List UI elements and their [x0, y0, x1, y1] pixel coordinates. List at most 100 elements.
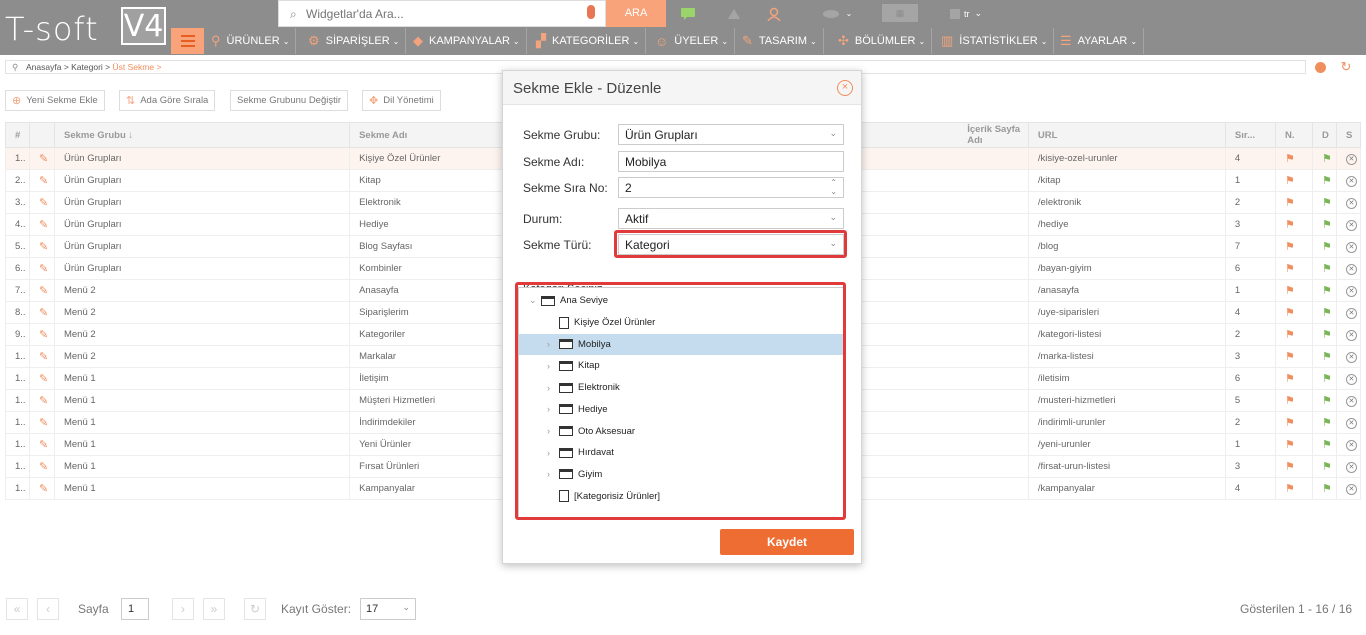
flag-green-icon[interactable]: ⚑: [1312, 147, 1337, 170]
language-select[interactable]: tr ⌄: [940, 0, 992, 27]
group-select[interactable]: Ürün Grupları ⌄: [618, 124, 844, 145]
col-order[interactable]: Sır...: [1224, 122, 1277, 148]
flag-orange-icon[interactable]: ⚑: [1274, 455, 1314, 478]
nav-uyeler[interactable]: ☺ ÜYELER ⌄: [649, 28, 736, 54]
search-button[interactable]: ARA: [606, 0, 666, 27]
records-select[interactable]: 17 ⌄: [360, 598, 416, 620]
edit-pencil-icon[interactable]: ✎: [28, 257, 55, 280]
nav-urunler[interactable]: ⚲ ÜRÜNLER ⌄: [205, 28, 297, 54]
change-group-button[interactable]: Sekme Grubunu Değiştir: [230, 90, 349, 111]
edit-pencil-icon[interactable]: ✎: [28, 345, 55, 368]
nav-kampanyalar[interactable]: ◆ KAMPANYALAR ⌄: [407, 28, 527, 54]
user-icon[interactable]: [756, 0, 792, 27]
flag-green-icon[interactable]: ⚑: [1312, 301, 1337, 324]
delete-circle-icon[interactable]: ✕: [1335, 257, 1362, 280]
status-select[interactable]: Aktif ⌄: [618, 208, 844, 229]
order-stepper[interactable]: 2 ⌃ ⌄: [618, 177, 844, 198]
language-management-button[interactable]: ✥ Dil Yönetimi: [362, 90, 441, 111]
col-n[interactable]: N.: [1274, 122, 1314, 148]
edit-pencil-icon[interactable]: ✎: [28, 169, 55, 192]
delete-circle-icon[interactable]: ✕: [1335, 169, 1362, 192]
delete-circle-icon[interactable]: ✕: [1335, 235, 1362, 258]
nav-tasarim[interactable]: ✎ TASARIM ⌄: [736, 28, 824, 54]
flag-orange-icon[interactable]: ⚑: [1274, 191, 1314, 214]
col-num[interactable]: #: [5, 122, 30, 148]
warning-icon[interactable]: [716, 0, 752, 27]
flag-green-icon[interactable]: ⚑: [1312, 411, 1337, 434]
nav-bolumler[interactable]: ✣ BÖLÜMLER ⌄: [832, 28, 933, 54]
edit-pencil-icon[interactable]: ✎: [28, 389, 55, 412]
delete-circle-icon[interactable]: ✕: [1335, 455, 1362, 478]
reload-icon[interactable]: ↻: [244, 598, 266, 620]
edit-pencil-icon[interactable]: ✎: [28, 191, 55, 214]
col-s[interactable]: S: [1335, 122, 1362, 148]
flag-green-icon[interactable]: ⚑: [1312, 169, 1337, 192]
view-select[interactable]: ⌄: [812, 0, 862, 27]
grid-icon[interactable]: ▦: [882, 4, 918, 22]
search-input[interactable]: [306, 5, 576, 23]
flag-green-icon[interactable]: ⚑: [1312, 367, 1337, 390]
microphone-icon[interactable]: [587, 5, 595, 19]
flag-green-icon[interactable]: ⚑: [1312, 433, 1337, 456]
delete-circle-icon[interactable]: ✕: [1335, 213, 1362, 236]
delete-circle-icon[interactable]: ✕: [1335, 345, 1362, 368]
breadcrumb-home[interactable]: Anasayfa: [26, 62, 61, 72]
delete-circle-icon[interactable]: ✕: [1335, 279, 1362, 302]
flag-orange-icon[interactable]: ⚑: [1274, 213, 1314, 236]
page-input[interactable]: 1: [121, 598, 149, 620]
name-field[interactable]: Mobilya: [618, 151, 844, 172]
nav-kategoriler[interactable]: ▞ KATEGORİLER ⌄: [530, 28, 647, 54]
flag-green-icon[interactable]: ⚑: [1312, 191, 1337, 214]
flag-orange-icon[interactable]: ⚑: [1274, 433, 1314, 456]
flag-green-icon[interactable]: ⚑: [1312, 389, 1337, 412]
delete-circle-icon[interactable]: ✕: [1335, 147, 1362, 170]
flag-orange-icon[interactable]: ⚑: [1274, 235, 1314, 258]
edit-pencil-icon[interactable]: ✎: [28, 323, 55, 346]
col-url[interactable]: URL: [1027, 122, 1226, 148]
delete-circle-icon[interactable]: ✕: [1335, 367, 1362, 390]
new-tab-button[interactable]: ⊕ Yeni Sekme Ekle: [5, 90, 105, 111]
edit-pencil-icon[interactable]: ✎: [28, 367, 55, 390]
flag-green-icon[interactable]: ⚑: [1312, 455, 1337, 478]
prev-page-button[interactable]: ‹: [37, 598, 59, 620]
chat-icon[interactable]: [670, 0, 706, 27]
flag-green-icon[interactable]: ⚑: [1312, 279, 1337, 302]
flag-orange-icon[interactable]: ⚑: [1274, 345, 1314, 368]
flag-green-icon[interactable]: ⚑: [1312, 235, 1337, 258]
flag-orange-icon[interactable]: ⚑: [1274, 147, 1314, 170]
next-page-button[interactable]: ›: [172, 598, 194, 620]
edit-pencil-icon[interactable]: ✎: [28, 433, 55, 456]
nav-siparisler[interactable]: ⚙ SİPARİŞLER ⌄: [302, 28, 407, 54]
edit-pencil-icon[interactable]: ✎: [28, 147, 55, 170]
flag-orange-icon[interactable]: ⚑: [1274, 367, 1314, 390]
flag-orange-icon[interactable]: ⚑: [1274, 169, 1314, 192]
flag-orange-icon[interactable]: ⚑: [1274, 279, 1314, 302]
nav-ayarlar[interactable]: ☰ AYARLAR ⌄: [1054, 28, 1145, 54]
flag-orange-icon[interactable]: ⚑: [1274, 257, 1314, 280]
back-icon[interactable]: [1310, 60, 1330, 74]
delete-circle-icon[interactable]: ✕: [1335, 389, 1362, 412]
delete-circle-icon[interactable]: ✕: [1335, 323, 1362, 346]
flag-orange-icon[interactable]: ⚑: [1274, 301, 1314, 324]
breadcrumb-kategori[interactable]: Kategori: [71, 62, 103, 72]
hamburger-menu-icon[interactable]: [171, 28, 204, 54]
close-icon[interactable]: ×: [837, 80, 853, 96]
flag-green-icon[interactable]: ⚑: [1312, 323, 1337, 346]
edit-pencil-icon[interactable]: ✎: [28, 279, 55, 302]
flag-green-icon[interactable]: ⚑: [1312, 345, 1337, 368]
stepper-arrows-icon[interactable]: ⌃ ⌄: [830, 178, 837, 196]
edit-pencil-icon[interactable]: ✎: [28, 235, 55, 258]
flag-green-icon[interactable]: ⚑: [1312, 477, 1337, 500]
delete-circle-icon[interactable]: ✕: [1335, 477, 1362, 500]
col-d[interactable]: D: [1312, 122, 1337, 148]
delete-circle-icon[interactable]: ✕: [1335, 191, 1362, 214]
edit-pencil-icon[interactable]: ✎: [28, 213, 55, 236]
refresh-icon[interactable]: ↻: [1336, 59, 1356, 74]
logo[interactable]: T-soft V4: [0, 0, 170, 55]
edit-pencil-icon[interactable]: ✎: [28, 411, 55, 434]
sort-by-name-button[interactable]: ⇅ Ada Göre Sırala: [119, 90, 216, 111]
flag-green-icon[interactable]: ⚑: [1312, 257, 1337, 280]
col-group[interactable]: Sekme Grubu ↓: [53, 122, 351, 148]
first-page-button[interactable]: «: [6, 598, 28, 620]
edit-pencil-icon[interactable]: ✎: [28, 455, 55, 478]
